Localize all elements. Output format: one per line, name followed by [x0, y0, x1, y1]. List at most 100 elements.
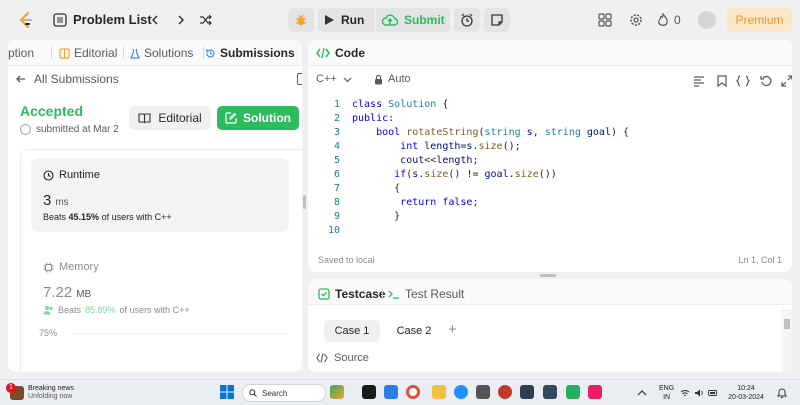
chart-gridline [73, 333, 287, 334]
store-icon[interactable] [476, 385, 490, 399]
memory-value: 7.22 MB [43, 284, 92, 301]
runtime-beats: Beats 45.15% of users with C++ [43, 212, 172, 222]
fullscreen-icon[interactable] [780, 74, 792, 88]
memory-title: Memory [59, 261, 99, 273]
media-player-icon[interactable] [498, 385, 512, 399]
code-brackets-icon [316, 47, 330, 59]
debug-button[interactable] [288, 8, 314, 32]
tab-solutions[interactable]: Solutions [130, 46, 193, 60]
tab-divider [123, 47, 124, 59]
bookmark-icon[interactable] [715, 74, 729, 88]
xbox-icon[interactable] [566, 385, 580, 399]
tab-divider [51, 47, 52, 59]
code-line: int length=s.size(); [400, 141, 521, 152]
tab-case-2[interactable]: Case 2 [390, 320, 438, 342]
reset-icon[interactable] [759, 74, 773, 88]
checkbox-icon [318, 288, 330, 300]
task-view-icon[interactable] [362, 385, 376, 399]
horizontal-resize-handle[interactable] [540, 274, 556, 277]
scrollbar-thumb[interactable] [784, 319, 790, 329]
volume-icon[interactable] [694, 388, 704, 398]
cursor-position: Ln 1, Col 1 [738, 255, 782, 265]
tab-testcase[interactable]: Testcase [318, 287, 385, 301]
arrow-left-icon [16, 75, 25, 83]
submit-button[interactable]: Submit [376, 8, 450, 32]
note-icon [491, 14, 503, 26]
notification-icon[interactable] [776, 387, 788, 399]
editorial-button[interactable]: Editorial [129, 106, 211, 130]
chrome-icon[interactable] [406, 385, 420, 399]
language-indicator[interactable]: ENG IN [659, 384, 674, 402]
windows-start-icon[interactable] [220, 385, 234, 399]
news-widget[interactable]: 1 Breaking news Unfolding now [6, 383, 100, 402]
memory-card[interactable]: Memory 7.22 MB Beats 85.89% of users with… [43, 250, 283, 320]
streak-counter[interactable]: 0 [657, 10, 685, 30]
battery-icon[interactable] [708, 388, 718, 398]
play-icon [325, 15, 334, 25]
chevron-down-icon [343, 77, 352, 82]
code-line: cout<<length; [400, 155, 479, 166]
book-icon [59, 47, 70, 59]
wifi-icon[interactable] [680, 388, 690, 398]
open-book-icon [138, 112, 151, 123]
problem-list-icon[interactable] [50, 10, 70, 30]
edit-icon [225, 112, 237, 124]
prev-problem-icon[interactable] [145, 10, 165, 30]
settings-gear-icon[interactable] [626, 10, 646, 30]
code-line: } [352, 211, 401, 222]
run-button[interactable]: Run [318, 8, 374, 32]
tab-case-1[interactable]: Case 1 [324, 320, 380, 342]
format-code-icon[interactable] [692, 74, 706, 88]
status-badge: Accepted [20, 103, 84, 119]
terminal-app-icon[interactable] [543, 385, 557, 399]
code-tab[interactable]: Code [316, 46, 365, 60]
file-explorer-icon[interactable] [432, 385, 446, 399]
tab-editorial[interactable]: Editorial [59, 46, 117, 60]
solution-button[interactable]: Solution [217, 106, 299, 130]
tab-description[interactable]: ption [8, 46, 34, 60]
tab-submissions[interactable]: Submissions [205, 46, 295, 60]
editor-status-bar: Saved to local Ln 1, Col 1 [308, 252, 792, 272]
tab-test-result[interactable]: Test Result [388, 287, 464, 301]
code-brackets-icon [316, 353, 328, 363]
tab-divider [382, 288, 383, 300]
panel-collapse-icon[interactable] [297, 73, 302, 85]
autocomplete-toggle[interactable]: Auto [374, 73, 411, 85]
left-tab-bar: ption Editorial Solutions Submissions [8, 40, 302, 66]
user-avatar-icon [20, 124, 31, 135]
code-line: { [352, 183, 401, 194]
camera-app-icon[interactable] [520, 385, 534, 399]
source-toggle[interactable]: Source [316, 352, 369, 364]
notes-button[interactable] [484, 8, 510, 32]
edge-browser-icon[interactable] [454, 385, 468, 399]
layout-grid-icon[interactable] [595, 10, 615, 30]
chat-app-icon[interactable] [384, 385, 398, 399]
all-submissions-link[interactable]: All Submissions [16, 72, 119, 86]
scrollbar[interactable] [782, 309, 792, 372]
code-editor[interactable]: 1 class Solution { 2 public: 3 bool rota… [308, 97, 792, 242]
clock[interactable]: 10:24 20-03-2024 [724, 384, 768, 402]
next-problem-icon[interactable] [171, 10, 191, 30]
braces-icon[interactable] [736, 74, 750, 88]
problem-list-link[interactable]: Problem List [73, 12, 152, 27]
history-icon [205, 48, 215, 58]
submission-panel: ption Editorial Solutions Submissions Al… [8, 40, 302, 372]
vertical-resize-handle[interactable] [303, 195, 306, 209]
taskbar-search[interactable]: Search [242, 384, 326, 402]
shuffle-icon[interactable] [196, 10, 216, 30]
photos-app-icon[interactable] [588, 385, 602, 399]
runtime-card[interactable]: Runtime 3 ms Beats 45.15% of users with C… [31, 158, 289, 232]
add-case-button[interactable]: + [448, 321, 457, 338]
avatar[interactable] [698, 11, 716, 29]
run-label: Run [341, 13, 365, 27]
people-icon [43, 306, 53, 315]
premium-button[interactable]: Premium [727, 8, 792, 32]
code-header: Code [308, 40, 792, 66]
timer-button[interactable] [454, 8, 480, 32]
stats-container: Runtime 3 ms Beats 45.15% of users with C… [20, 149, 302, 372]
language-select[interactable]: C++ [316, 73, 352, 85]
tab-divider [203, 47, 204, 59]
chevron-up-icon[interactable] [637, 388, 647, 398]
widgets-app-icon[interactable] [330, 385, 344, 399]
leetcode-logo-icon[interactable] [16, 10, 36, 30]
